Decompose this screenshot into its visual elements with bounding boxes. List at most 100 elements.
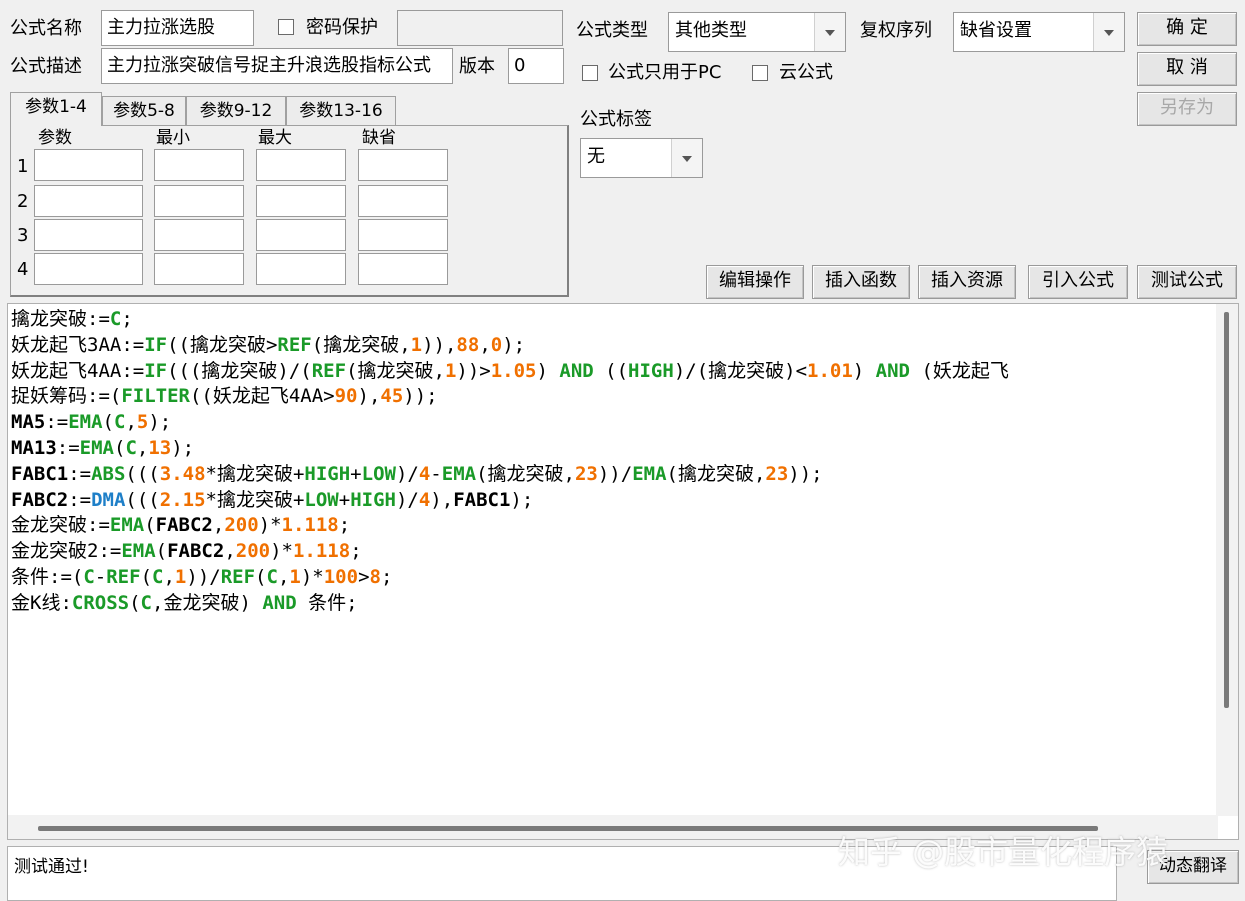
import-formula-button[interactable]: 引入公式: [1028, 265, 1128, 299]
code-token: ),: [357, 385, 381, 408]
insert-resource-button[interactable]: 插入资源: [918, 265, 1016, 299]
code-token: 捉妖筹码:=(: [11, 385, 122, 408]
code-token: 金龙突破:=: [11, 514, 110, 537]
code-line[interactable]: FABC2:=DMA(((2.15*擒龙突破+LOW+HIGH)/4),FABC…: [11, 487, 533, 513]
code-line[interactable]: MA5:=EMA(C,5);: [11, 409, 171, 435]
code-token: (擒龙突破,: [346, 359, 445, 382]
scroll-thumb[interactable]: [38, 826, 1098, 831]
param-2-min[interactable]: [154, 185, 244, 217]
code-token: );: [510, 488, 534, 511]
code-token: :=: [45, 411, 69, 434]
version-input[interactable]: 0: [508, 48, 564, 84]
param-row-number: 2: [17, 191, 29, 212]
param-row-number: 3: [17, 225, 29, 246]
code-token: AND: [262, 591, 297, 614]
code-token: EMA: [121, 540, 156, 563]
code-token: FABC1: [11, 462, 69, 485]
code-editor[interactable]: 擒龙突破:=C; 妖龙起飞3AA:=IF((擒龙突破>REF(擒龙突破,1)),8…: [7, 303, 1239, 840]
param-2-max[interactable]: [256, 185, 346, 217]
cloud-checkbox[interactable]: [752, 65, 768, 81]
code-token: MA13: [11, 437, 57, 459]
test-formula-button[interactable]: 测试公式: [1137, 265, 1237, 299]
code-token: IF: [144, 333, 168, 356]
tab-params-9-12[interactable]: 参数9-12: [186, 96, 286, 125]
param-3-default[interactable]: [358, 219, 448, 251]
edit-ops-button[interactable]: 编辑操作: [706, 265, 804, 299]
code-token: 4: [418, 462, 431, 485]
param-2-name[interactable]: [34, 185, 143, 217]
code-token: EMA: [68, 411, 103, 434]
code-line[interactable]: 条件:=(C-REF(C,1))/REF(C,1)*100>8;: [11, 564, 392, 590]
code-token: 200: [235, 540, 271, 563]
scroll-thumb[interactable]: [1224, 312, 1229, 708]
param-row-number: 1: [17, 156, 29, 177]
param-4-name[interactable]: [34, 253, 143, 285]
fq-label: 复权序列: [860, 20, 932, 41]
code-token: );: [171, 437, 195, 459]
ok-button[interactable]: 确 定: [1137, 12, 1237, 46]
param-3-name[interactable]: [34, 219, 143, 251]
code-line[interactable]: 金龙突破2:=EMA(FABC2,200)*1.118;: [11, 538, 362, 564]
code-token: REF: [106, 566, 141, 588]
code-line[interactable]: 捉妖筹码:=(FILTER((妖龙起飞4AA>90),45));: [11, 383, 438, 409]
param-4-default[interactable]: [358, 253, 448, 285]
tab-params-5-8[interactable]: 参数5-8: [102, 96, 186, 125]
param-1-name[interactable]: [34, 149, 143, 181]
status-message: 测试通过!: [14, 857, 89, 877]
code-token: (: [102, 411, 114, 434]
code-token: )*: [300, 566, 324, 588]
code-line[interactable]: 擒龙突破:=C;: [11, 306, 133, 332]
param-2-default[interactable]: [358, 185, 448, 217]
param-1-default[interactable]: [358, 149, 448, 181]
code-token: AND: [559, 359, 594, 382]
chevron-down-icon[interactable]: [671, 139, 702, 177]
code-line[interactable]: FABC1:=ABS(((3.48*擒龙突破+HIGH+LOW)/4-EMA(擒…: [11, 461, 823, 487]
code-token: ): [536, 359, 560, 382]
chevron-down-icon[interactable]: [1093, 13, 1124, 51]
code-token: C: [125, 437, 137, 459]
fq-select[interactable]: 缺省设置: [953, 12, 1125, 52]
insert-function-button[interactable]: 插入函数: [812, 265, 910, 299]
param-3-max[interactable]: [256, 219, 346, 251]
password-checkbox[interactable]: [278, 19, 294, 35]
code-token: HIGH: [304, 462, 351, 485]
param-header-default: 缺省: [362, 128, 396, 148]
pc-only-checkbox[interactable]: [582, 65, 598, 81]
param-1-max[interactable]: [256, 149, 346, 181]
save-as-button[interactable]: 另存为: [1137, 92, 1237, 126]
tab-params-1-4[interactable]: 参数1-4: [10, 92, 102, 126]
code-token: 100: [323, 566, 359, 588]
param-3-min[interactable]: [154, 219, 244, 251]
code-token: 妖龙起飞4AA:=: [11, 359, 145, 382]
param-1-min[interactable]: [154, 149, 244, 181]
code-token: REF: [220, 566, 256, 588]
code-token: REF: [277, 333, 312, 356]
code-line[interactable]: 妖龙起飞4AA:=IF(((擒龙突破)/(REF(擒龙突破,1))>1.05) …: [11, 358, 1009, 384]
formula-tag-select[interactable]: 无: [580, 138, 703, 178]
code-token: (: [129, 591, 141, 614]
code-token: FABC2: [155, 514, 213, 537]
cancel-button[interactable]: 取 消: [1137, 52, 1237, 86]
param-4-min[interactable]: [154, 253, 244, 285]
code-line[interactable]: 金K线:CROSS(C,金龙突破) AND 条件;: [11, 590, 358, 616]
code-line[interactable]: MA13:=EMA(C,13);: [11, 435, 194, 461]
cloud-label: 云公式: [779, 62, 833, 83]
formula-desc-input[interactable]: 主力拉涨突破信号捉主升浪选股指标公式: [101, 48, 453, 84]
tab-params-13-16[interactable]: 参数13-16: [286, 96, 396, 125]
code-line[interactable]: 金龙突破:=EMA(FABC2,200)*1.118;: [11, 512, 350, 538]
chevron-down-icon[interactable]: [814, 13, 845, 51]
password-input[interactable]: [397, 10, 563, 46]
vertical-scrollbar[interactable]: [1216, 304, 1238, 816]
code-token: (妖龙起飞: [910, 359, 1009, 382]
formula-name-input[interactable]: 主力拉涨选股: [101, 10, 254, 46]
code-token: CROSS: [71, 591, 130, 614]
code-token: +: [350, 462, 362, 485]
param-row-number: 4: [17, 259, 29, 280]
param-header-max: 最大: [258, 128, 292, 148]
code-token: REF: [311, 359, 347, 382]
formula-type-select[interactable]: 其他类型: [668, 12, 846, 52]
code-token: ,: [479, 333, 491, 356]
code-line[interactable]: 妖龙起飞3AA:=IF((擒龙突破>REF(擒龙突破,1)),88,0);: [11, 332, 525, 358]
param-4-max[interactable]: [256, 253, 346, 285]
code-token: EMA: [632, 462, 667, 485]
